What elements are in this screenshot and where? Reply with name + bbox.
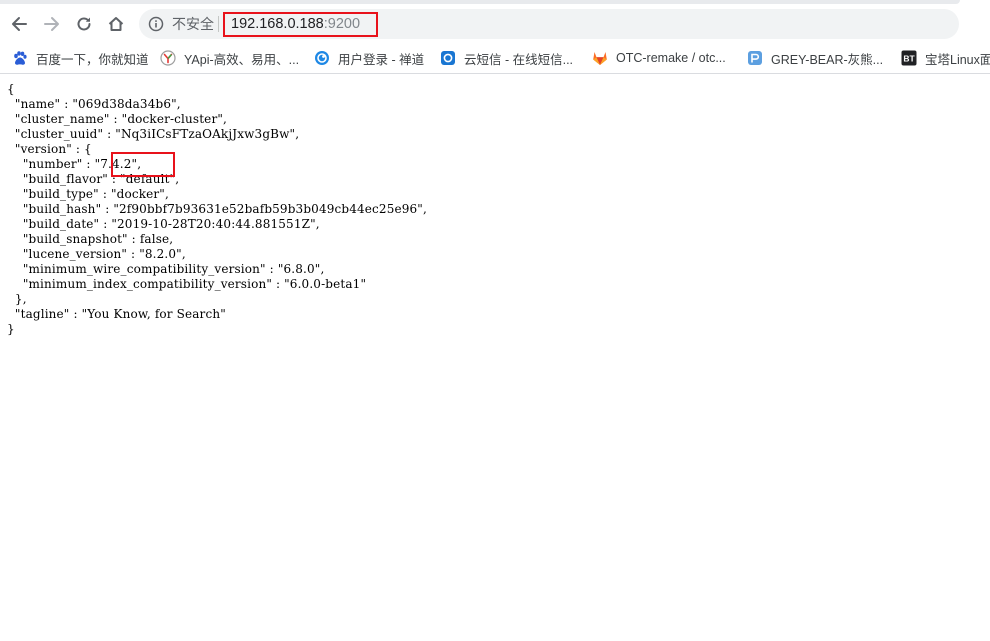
zentao-icon	[314, 50, 330, 66]
json-line-build-snapshot: "build_snapshot" : false,	[7, 232, 174, 246]
bookmark-label: YApi-高效、易用、...	[184, 52, 300, 67]
gitlab-fox-icon	[592, 50, 608, 66]
json-line: }	[7, 322, 15, 336]
home-icon	[108, 17, 124, 31]
bt-icon: BT	[901, 50, 917, 66]
browser-toolbar: 不安全 192.168.0.188:9200	[0, 0, 990, 44]
yapi-icon	[160, 50, 176, 66]
forward-button[interactable]	[40, 12, 64, 36]
bookmark-yapi[interactable]: YApi-高效、易用、...	[160, 49, 299, 67]
json-line-min-index: "minimum_index_compatibility_version" : …	[7, 277, 367, 291]
json-line-cluster-uuid: "cluster_uuid" : "Nq3iICsFTzaOAkjJxw3gBw…	[7, 127, 300, 141]
bookmark-baidu[interactable]: 百度一下，你就知道	[12, 49, 149, 67]
home-button[interactable]	[104, 12, 128, 36]
reload-icon	[77, 17, 91, 31]
json-body: { "name" : "069d38da34b6", "cluster_name…	[7, 82, 982, 337]
url-separator	[218, 16, 219, 32]
address-bar[interactable]: 不安全 192.168.0.188:9200	[139, 9, 959, 39]
reload-button[interactable]	[72, 12, 96, 36]
json-line: {	[7, 82, 15, 96]
bookmark-label: GREY-BEAR-灰熊...	[771, 52, 884, 67]
back-button[interactable]	[7, 12, 31, 36]
bookmark-gitlab[interactable]: OTC-remake / otc...	[592, 49, 726, 67]
json-line-lucene-version: "lucene_version" : "8.2.0",	[7, 247, 186, 261]
url-annotation-box	[223, 12, 378, 37]
bookmark-label: 百度一下，你就知道	[36, 52, 149, 67]
json-line-name: "name" : "069d38da34b6",	[7, 97, 181, 111]
json-line-build-date: "build_date" : "2019-10-28T20:40:44.8815…	[7, 217, 320, 231]
info-icon[interactable]	[148, 16, 164, 32]
json-line-cluster-name: "cluster_name" : "docker-cluster",	[7, 112, 227, 126]
json-line-tagline: "tagline" : "You Know, for Search"	[7, 307, 226, 321]
bookmark-label: 用户登录 - 禅道	[338, 52, 425, 67]
bookmark-label: 宝塔Linux面	[925, 52, 990, 67]
json-line-version-close: },	[7, 292, 27, 306]
bookmark-greybear[interactable]: GREY-BEAR-灰熊...	[747, 49, 883, 67]
json-line-build-hash: "build_hash" : "2f90bbf7b93631e52bafb59b…	[7, 202, 427, 216]
baidu-paw-icon	[12, 50, 28, 66]
bookmark-label: OTC-remake / otc...	[616, 51, 726, 65]
json-response-view: { "name" : "069d38da34b6", "cluster_name…	[7, 82, 982, 337]
cloud-sms-icon	[440, 50, 456, 66]
json-line-version: "version" : {	[7, 142, 92, 156]
json-line-build-type: "build_type" : "docker",	[7, 187, 169, 201]
arrow-right-icon	[44, 17, 59, 31]
bookmark-cloud-sms[interactable]: 云短信 - 在线短信...	[440, 49, 573, 67]
bookmarks-bar: 百度一下，你就知道 YApi-高效、易用、... 用户登录 - 禅道 云短信 -…	[0, 44, 990, 74]
not-secure-label[interactable]: 不安全	[172, 16, 214, 32]
tab-strip-edge	[0, 0, 960, 4]
greybear-icon	[747, 50, 763, 66]
version-annotation-box	[111, 152, 175, 177]
bookmark-label: 云短信 - 在线短信...	[464, 52, 574, 67]
bookmark-zentao[interactable]: 用户登录 - 禅道	[314, 49, 424, 67]
bookmark-bt-panel[interactable]: BT 宝塔Linux面	[901, 49, 990, 67]
arrow-left-icon	[12, 17, 27, 31]
svg-text:BT: BT	[903, 54, 915, 64]
json-line-min-wire: "minimum_wire_compatibility_version" : "…	[7, 262, 325, 276]
